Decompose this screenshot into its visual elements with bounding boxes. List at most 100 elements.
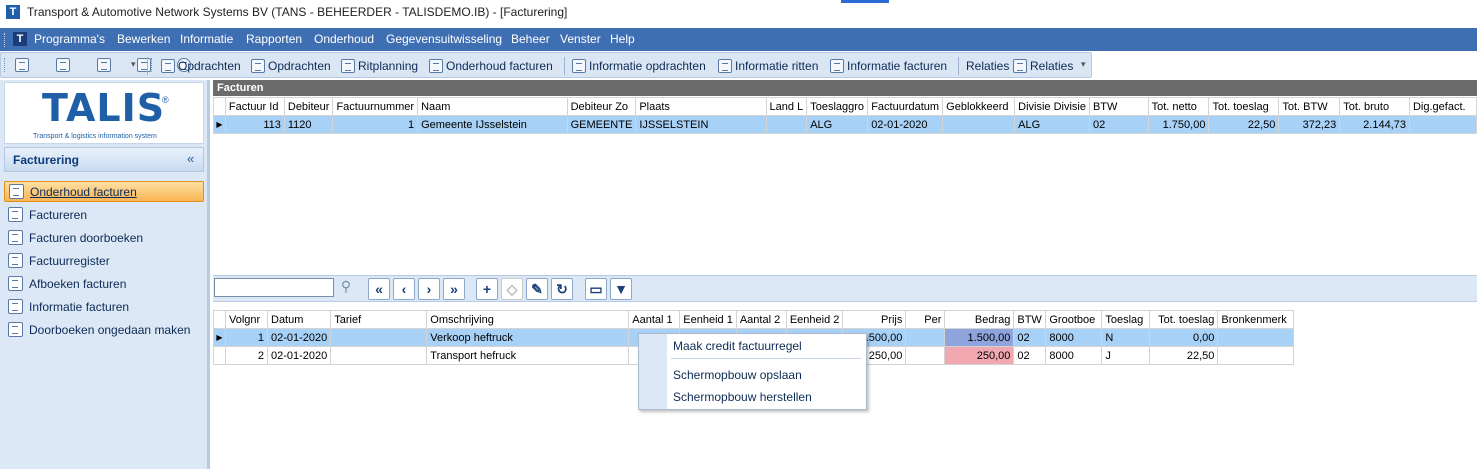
table-cell[interactable]: Transport hefruck (426, 346, 630, 365)
table-cell[interactable]: 1120 (283, 115, 334, 134)
toolbar-ritplanning[interactable]: Ritplanning (341, 58, 418, 74)
nav-item-facturen-doorboeken[interactable]: Facturen doorboeken (4, 227, 204, 248)
nav-item-doorboeken-ongedaan-maken[interactable]: Doorboeken ongedaan maken (4, 319, 204, 340)
toolbar-informatie-ritten[interactable]: Informatie ritten (718, 58, 818, 74)
toolbar-informatie-opdrachten[interactable]: Informatie opdrachten (572, 58, 706, 74)
table-cell[interactable]: 02-01-2020 (867, 115, 944, 134)
menu-onderhoud[interactable]: Onderhoud (314, 32, 374, 46)
column-header[interactable]: Tot. BTW (1278, 97, 1341, 116)
column-header[interactable]: Eenheid 2 (785, 310, 844, 329)
table-cell[interactable]: 02 (1013, 328, 1047, 347)
table-cell[interactable]: 2 (225, 346, 268, 365)
column-header[interactable]: Debiteur Zo (566, 97, 637, 116)
table-cell[interactable]: IJSSELSTEIN (635, 115, 767, 134)
column-header[interactable]: Grootboe (1045, 310, 1103, 329)
dropdown-arrow-icon[interactable]: ▾ (131, 59, 136, 70)
nav-item-informatie-facturen[interactable]: Informatie facturen (4, 296, 204, 317)
table-cell[interactable]: 02 (1013, 346, 1047, 365)
table-cell[interactable]: 372,23 (1278, 115, 1341, 134)
table-cell[interactable]: 22,50 (1149, 346, 1219, 365)
table-cell[interactable]: GEMEENTE (566, 115, 637, 134)
table-cell[interactable] (1408, 115, 1477, 134)
table-cell[interactable] (905, 346, 946, 365)
menu-grip[interactable] (4, 33, 7, 47)
column-header[interactable]: Per (905, 310, 946, 329)
column-header[interactable]: Tot. toeslag (1149, 310, 1219, 329)
add-record-button[interactable]: + (476, 278, 498, 300)
table-cell[interactable]: 22,50 (1208, 115, 1280, 134)
column-header[interactable]: Bronkenmerk (1217, 310, 1295, 329)
table-cell[interactable]: 2.144,73 (1339, 115, 1410, 134)
layout-button[interactable]: ▭ (585, 278, 607, 300)
column-header[interactable]: Land L (765, 97, 808, 116)
column-header[interactable]: Aantal 1 (628, 310, 681, 329)
table-cell[interactable]: 1.750,00 (1147, 115, 1210, 134)
nav-item-factureren[interactable]: Factureren (4, 204, 204, 225)
next-record-button[interactable]: › (418, 278, 440, 300)
table-cell[interactable] (905, 328, 946, 347)
table-cell[interactable]: 1 (332, 115, 419, 134)
print-icon[interactable] (15, 58, 29, 72)
nav-item-onderhoud-facturen[interactable]: Onderhoud facturen (4, 181, 204, 202)
toolbar-relaties-2[interactable]: Relaties (1013, 58, 1073, 74)
context-item-schermopbouw-opslaan[interactable]: Schermopbouw opslaan (673, 368, 802, 382)
menu-beheer[interactable]: Beheer (511, 32, 550, 46)
column-header[interactable]: Tot. bruto (1339, 97, 1410, 116)
last-record-button[interactable]: » (443, 278, 465, 300)
table-cell[interactable]: 8000 (1045, 346, 1103, 365)
toolbar-grip-2[interactable] (151, 58, 154, 72)
column-header[interactable]: Tarief (330, 310, 428, 329)
column-header[interactable]: Geblokkeerd (942, 97, 1016, 116)
eraser-icon[interactable]: ◇ (501, 278, 523, 300)
table-cell[interactable]: 1.500,00 (944, 328, 1015, 347)
edit-record-button[interactable]: ✎ (526, 278, 548, 300)
table-cell[interactable] (330, 328, 428, 347)
table-cell[interactable]: J (1101, 346, 1151, 365)
table-cell[interactable]: 02-01-2020 (266, 346, 332, 365)
mail-icon[interactable] (56, 58, 71, 72)
column-header[interactable]: Omschrijving (426, 310, 630, 329)
table-cell[interactable]: ALG (1014, 115, 1090, 134)
context-item-maak-credit[interactable]: Maak credit factuurregel (673, 339, 802, 353)
table-cell[interactable]: 8000 (1045, 328, 1103, 347)
column-header[interactable]: Volgnr (225, 310, 268, 329)
toolbar-opdrachten-1[interactable]: Opdrachten (161, 58, 241, 74)
toolbar-overflow-icon[interactable]: ▾ (1081, 59, 1086, 70)
menu-programmas[interactable]: Programma's (34, 32, 105, 46)
column-header[interactable]: Bedrag (944, 310, 1015, 329)
column-header[interactable]: Factuur Id (224, 97, 285, 116)
column-header[interactable]: Datum (266, 310, 332, 329)
column-header[interactable]: Aantal 2 (735, 310, 787, 329)
table-cell[interactable]: 02-01-2020 (266, 328, 332, 347)
menu-gegevensuitwisseling[interactable]: Gegevensuitwisseling (386, 32, 502, 46)
table-cell[interactable] (942, 115, 1016, 134)
column-header[interactable]: Dig.gefact. (1408, 97, 1477, 116)
nav-item-afboeken-facturen[interactable]: Afboeken facturen (4, 273, 204, 294)
table-cell[interactable] (765, 115, 808, 134)
table-cell[interactable]: N (1101, 328, 1151, 347)
column-header[interactable]: Naam (417, 97, 568, 116)
toolbar-grip[interactable] (4, 58, 7, 72)
refresh-button[interactable]: ↻ (551, 278, 573, 300)
column-header[interactable]: Debiteur (283, 97, 334, 116)
column-header[interactable]: Divisie Divisie (1014, 97, 1090, 116)
menu-rapporten[interactable]: Rapporten (246, 32, 302, 46)
table-cell[interactable]: ALG (806, 115, 869, 134)
table-cell[interactable] (330, 346, 428, 365)
column-header[interactable]: Tot. toeslag (1208, 97, 1280, 116)
column-header[interactable]: Tot. netto (1147, 97, 1210, 116)
filter-button[interactable]: ▼ (610, 278, 632, 300)
table-cell[interactable]: 02 (1088, 115, 1149, 134)
table-cell[interactable]: 0,00 (1149, 328, 1219, 347)
calendar-icon[interactable] (96, 58, 111, 72)
menu-venster[interactable]: Venster (560, 32, 601, 46)
toolbar-informatie-facturen[interactable]: Informatie facturen (830, 58, 947, 74)
column-header[interactable]: Toeslaggro (806, 97, 869, 116)
table-cell[interactable] (1217, 346, 1295, 365)
menu-informatie[interactable]: Informatie (180, 32, 233, 46)
toolbar-onderhoud-facturen[interactable]: Onderhoud facturen (429, 58, 553, 74)
context-item-schermopbouw-herstellen[interactable]: Schermopbouw herstellen (673, 390, 812, 404)
table-cell[interactable]: Gemeente IJsselstein (417, 115, 568, 134)
column-header[interactable]: BTW (1088, 97, 1149, 116)
collapse-icon[interactable]: « (187, 151, 194, 166)
